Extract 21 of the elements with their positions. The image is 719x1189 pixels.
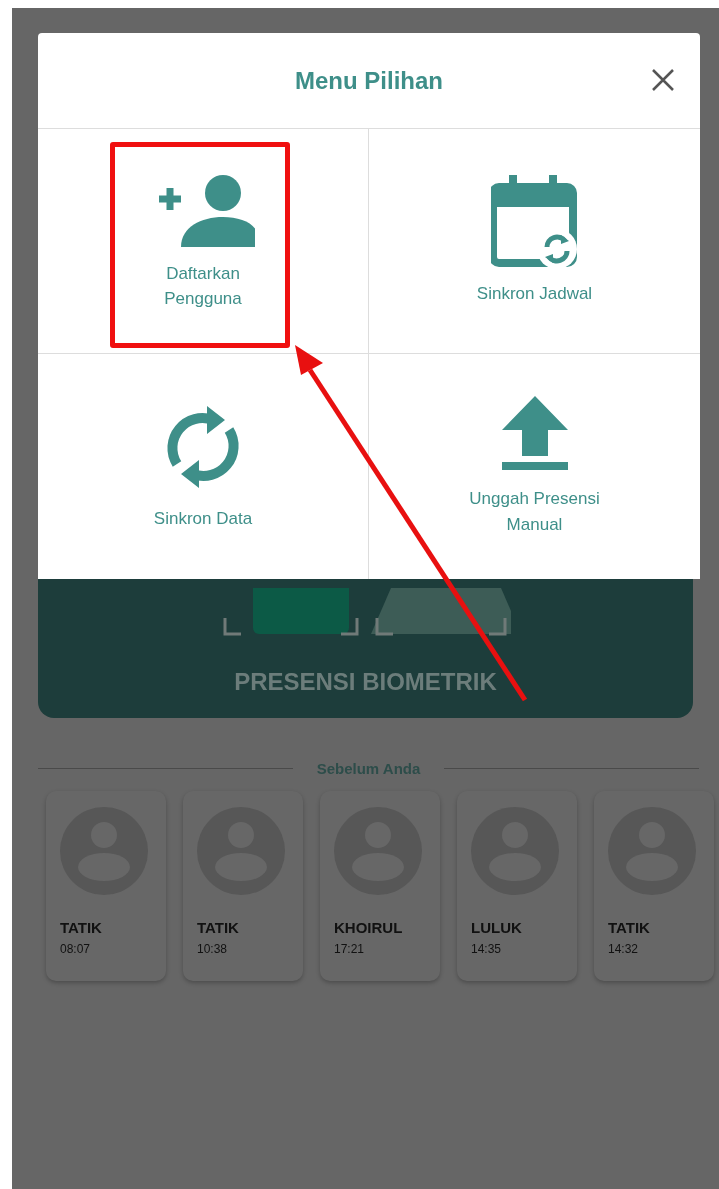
calendar-sync-icon bbox=[490, 175, 579, 268]
user-time: 10:38 bbox=[197, 942, 229, 956]
user-name: TATIK bbox=[608, 919, 651, 936]
upload-icon bbox=[499, 396, 570, 472]
user-card[interactable]: TATIK 14:32 bbox=[594, 791, 714, 981]
menu-item[interactable]: Daftarkan Pengguna bbox=[38, 129, 369, 354]
user-card[interactable]: LULUK 14:35 bbox=[457, 791, 577, 981]
user-card[interactable]: TATIK 10:38 bbox=[183, 791, 303, 981]
user-name: TATIK bbox=[197, 919, 240, 936]
banner-title: PRESENSI BIOMETRIK bbox=[234, 668, 497, 696]
user-name: KHOIRUL bbox=[334, 919, 404, 936]
user-card[interactable]: TATIK 08:07 bbox=[46, 791, 166, 981]
user-name: TATIK bbox=[60, 919, 103, 936]
user-time: 14:32 bbox=[608, 942, 640, 956]
dialog-title: Menu Pilihan bbox=[295, 66, 443, 95]
user-time: 08:07 bbox=[60, 942, 92, 956]
user-time: 17:21 bbox=[334, 942, 366, 956]
section-title: Sebelum Anda bbox=[316, 760, 421, 777]
user-time: 14:35 bbox=[471, 942, 503, 956]
user-card[interactable]: KHOIRUL 17:21 bbox=[320, 791, 440, 981]
user-name: LULUK bbox=[471, 919, 523, 936]
